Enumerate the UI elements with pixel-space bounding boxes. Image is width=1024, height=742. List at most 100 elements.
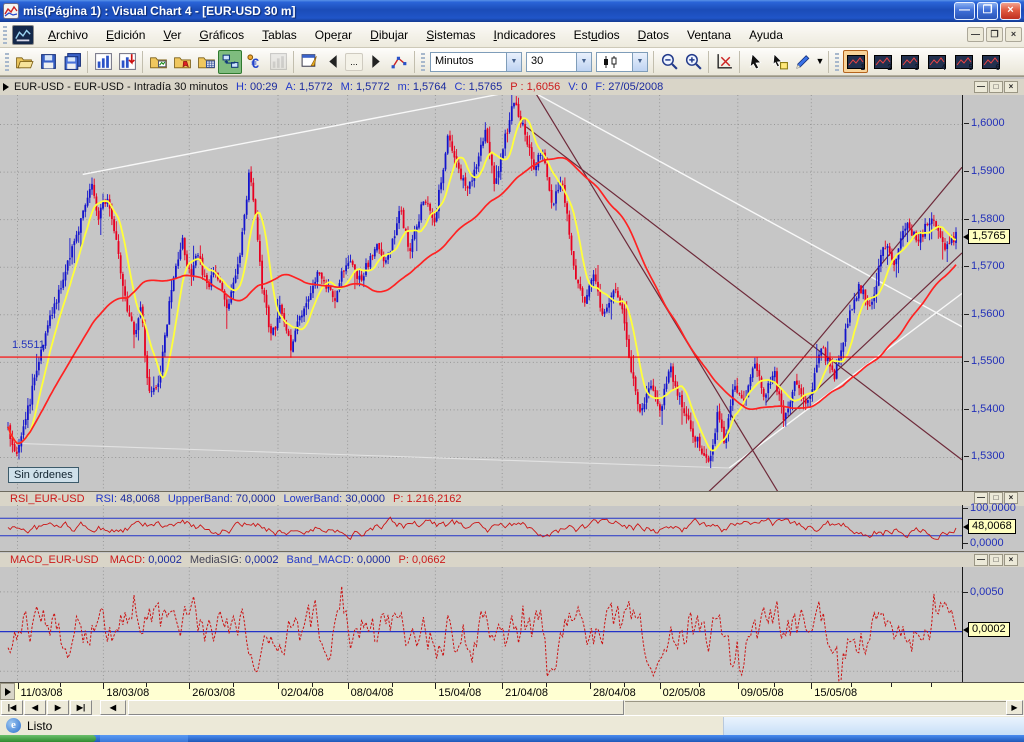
toolbar-grip[interactable] <box>421 53 425 71</box>
macd-maximize-icon[interactable]: □ <box>989 554 1003 566</box>
interval-combo[interactable]: 30▼ <box>526 52 592 72</box>
macd-close-icon[interactable]: × <box>1004 554 1018 566</box>
euro-orders-button[interactable]: € <box>242 50 266 74</box>
highlighter-dropdown-icon[interactable]: ▼ <box>815 53 825 71</box>
chart-template-3-button[interactable]: 3 <box>897 50 922 73</box>
date-axis[interactable]: 11/03/0818/03/0826/03/0802/04/0808/04/08… <box>0 682 1024 700</box>
chevron-down-icon[interactable]: ▼ <box>632 53 647 71</box>
field-p: P: 0,0662 <box>399 554 446 566</box>
zoom-in-button[interactable] <box>681 50 705 74</box>
chart-template-4-button[interactable]: 4 <box>924 50 949 73</box>
date-tick <box>738 683 739 689</box>
macd-minimize-icon[interactable]: — <box>974 554 988 566</box>
period-type-value: Minutos <box>431 53 506 71</box>
quicklaunch-fragment[interactable] <box>100 735 188 742</box>
chart-template-5-button[interactable]: 5 <box>951 50 976 73</box>
start-button-fragment[interactable] <box>0 735 96 742</box>
prev-tab-button[interactable]: ◀ <box>24 700 46 715</box>
scroll-left-button[interactable]: ◀ <box>100 700 126 715</box>
minimize-button[interactable]: — <box>954 2 975 20</box>
price-axis[interactable]: 1,60001,59001,58001,57001,56001,55001,54… <box>963 95 1024 491</box>
period-type-combo[interactable]: Minutos▼ <box>430 52 522 72</box>
menu-item-ver[interactable]: Ver <box>154 25 190 45</box>
pane-maximize-icon[interactable]: □ <box>989 81 1003 93</box>
chevron-down-icon[interactable]: ▼ <box>506 53 521 71</box>
open-chart-button[interactable] <box>12 50 36 74</box>
nav-right-button[interactable] <box>363 50 387 74</box>
pane-divider[interactable] <box>0 551 1024 552</box>
date-label: 11/03/08 <box>21 687 63 699</box>
menu-item-sistemas[interactable]: Sistemas <box>417 25 484 45</box>
date-axis-left-button[interactable] <box>0 683 15 700</box>
menu-item-estudios[interactable]: Estudios <box>565 25 629 45</box>
linked-objects-button[interactable] <box>387 50 411 74</box>
menu-item-edicion[interactable]: Edición <box>97 25 154 45</box>
first-tab-button[interactable]: |◀ <box>1 700 23 715</box>
chart-insert-button[interactable] <box>115 50 139 74</box>
macd-axis-top: 0,0050 <box>970 586 1004 598</box>
menu-item-graficos[interactable]: Gráficos <box>190 25 253 45</box>
menu-item-datos[interactable]: Datos <box>629 25 678 45</box>
chart-template-2-button[interactable]: 2 <box>870 50 895 73</box>
highlighter-button[interactable] <box>791 50 815 74</box>
last-tab-button[interactable]: ▶| <box>70 700 92 715</box>
folder-table-button[interactable] <box>194 50 218 74</box>
folder-chart-button[interactable] <box>146 50 170 74</box>
properties-button[interactable] <box>297 50 321 74</box>
save-all-button[interactable] <box>60 50 84 74</box>
axis-separator <box>962 567 963 682</box>
pane-close-icon[interactable]: × <box>1004 81 1018 93</box>
menu-item-tablas[interactable]: Tablas <box>253 25 306 45</box>
h-scrollbar-thumb[interactable] <box>128 700 624 715</box>
mdi-restore-button[interactable]: ❐ <box>986 27 1003 42</box>
menu-item-archivo[interactable]: Archivo <box>39 25 97 45</box>
chart-scale-button[interactable] <box>712 50 736 74</box>
date-minor-tick <box>146 683 147 687</box>
toolbar-grip[interactable] <box>835 53 839 71</box>
chart-bars-icon <box>94 52 113 71</box>
zoom-in-icon <box>684 52 703 71</box>
chart-insert-icon <box>118 52 137 71</box>
zoom-out-button[interactable] <box>657 50 681 74</box>
nav-left-button[interactable] <box>321 50 345 74</box>
mdi-minimize-button[interactable]: — <box>967 27 984 42</box>
menubar-grip[interactable] <box>3 26 7 44</box>
bar-style-combo[interactable]: ▼ <box>596 52 648 72</box>
menu-item-dibujar[interactable]: Dibujar <box>361 25 417 45</box>
main-price-chart[interactable] <box>0 95 962 491</box>
save-button[interactable] <box>36 50 60 74</box>
maximize-button[interactable]: ❐ <box>977 2 998 20</box>
date-minor-tick <box>233 683 234 687</box>
h-scrollbar-groove[interactable] <box>625 701 1006 715</box>
close-button[interactable]: × <box>1000 2 1021 20</box>
chart-bars-button[interactable] <box>91 50 115 74</box>
chart-template-1-button[interactable]: 1 <box>843 50 868 73</box>
properties-icon <box>300 52 319 71</box>
pane-minimize-icon[interactable]: — <box>974 81 988 93</box>
chart-disabled-button[interactable] <box>266 50 290 74</box>
nav-more-button[interactable]: ... <box>345 53 363 71</box>
next-tab-button[interactable]: ▶ <box>47 700 69 715</box>
field-mediasig: MediaSIG: 0,0002 <box>190 554 279 566</box>
menu-item-indicadores[interactable]: Indicadores <box>485 25 565 45</box>
toolbar-grip[interactable] <box>5 53 9 71</box>
pointer-info-button[interactable] <box>767 50 791 74</box>
chart-template-6-button[interactable]: 6 <box>978 50 1003 73</box>
date-minor-tick <box>624 683 625 687</box>
menu-item-operar[interactable]: Operar <box>306 25 361 45</box>
pane-collapse-arrow-icon[interactable] <box>3 83 9 91</box>
date-label: 26/03/08 <box>192 687 235 699</box>
chevron-down-icon[interactable]: ▼ <box>576 53 591 71</box>
menu-item-ayuda[interactable]: Ayuda <box>740 25 792 45</box>
mdi-close-button[interactable]: × <box>1005 27 1022 42</box>
scroll-right-button[interactable]: ▶ <box>1006 700 1023 715</box>
price-axis-label: 1,6000 <box>971 117 1005 129</box>
connections-button[interactable] <box>218 50 242 74</box>
pointer-button[interactable] <box>743 50 767 74</box>
menu-item-ventana[interactable]: Ventana <box>678 25 740 45</box>
taskbar[interactable] <box>0 735 1024 742</box>
date-tick <box>278 683 279 689</box>
macd-chart[interactable] <box>0 567 962 682</box>
rsi-chart[interactable] <box>0 505 962 549</box>
folder-favorites-button[interactable] <box>170 50 194 74</box>
